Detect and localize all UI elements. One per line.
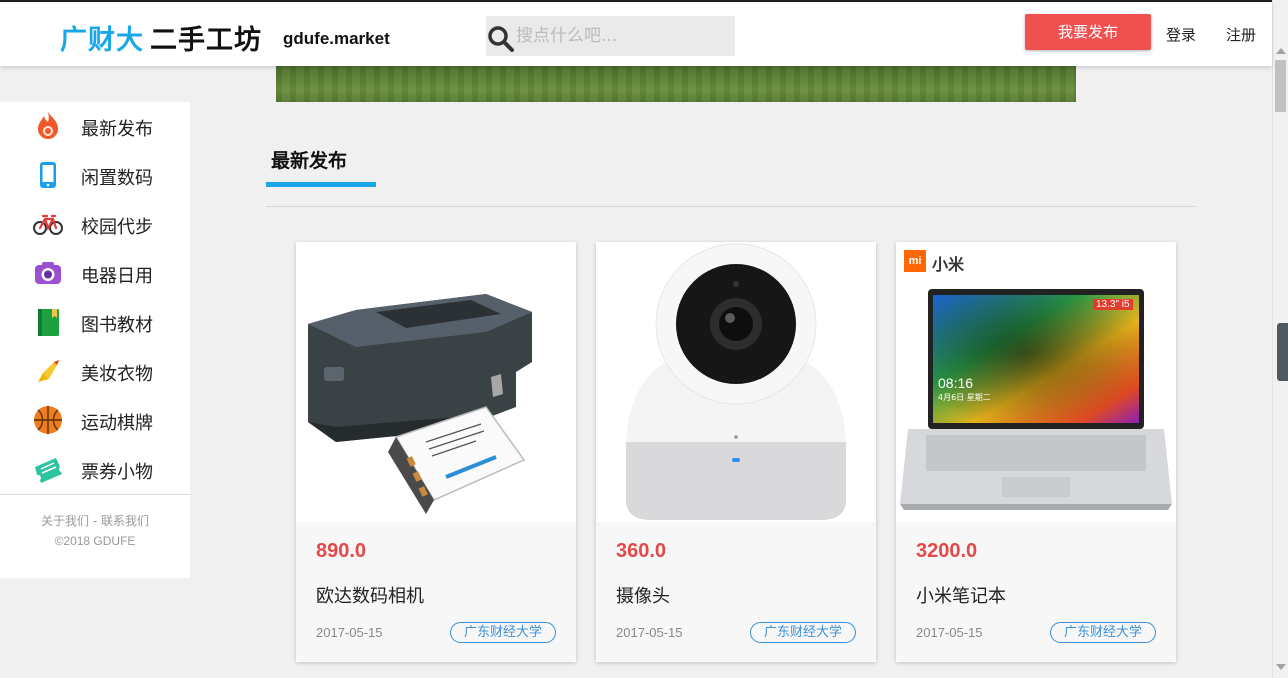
logo-part-market: 二手工坊 <box>150 25 262 56</box>
battery-charger-image[interactable] <box>296 242 576 522</box>
webcam-image[interactable] <box>596 242 876 522</box>
product-card[interactable]: 890.0 欧达数码相机 2017-05-15 广东财经大学 <box>296 242 576 662</box>
search-box <box>486 16 735 56</box>
book-icon <box>38 309 59 336</box>
school-tag[interactable]: 广东财经大学 <box>750 622 856 643</box>
sidebar-item-label: 票券小物 <box>81 462 153 483</box>
publish-button[interactable]: 我要发布 <box>1025 14 1151 50</box>
search-icon[interactable] <box>486 24 516 54</box>
sidebar-item-label: 美妆衣物 <box>81 364 153 385</box>
product-date: 2017-05-15 <box>316 625 383 640</box>
section-title-underline <box>266 182 376 187</box>
product-date: 2017-05-15 <box>916 625 983 640</box>
section-divider <box>266 206 1196 207</box>
sidebar-item-label: 校园代步 <box>81 217 153 238</box>
scroll-thumb[interactable] <box>1275 60 1286 112</box>
sidebar-item-books[interactable]: 图书教材 <box>0 298 190 347</box>
screen-date: 4月6日 星期二 <box>938 393 991 402</box>
site-logo[interactable]: 广财大 二手工坊 <box>60 18 262 57</box>
category-sidebar: 最新发布 闲置数码 校园代步 电器日用 图书教材 美妆衣物 运动棋牌 票券小物 … <box>0 102 190 578</box>
sidebar-item-appliances[interactable]: 电器日用 <box>0 249 190 298</box>
sidebar-item-label: 图书教材 <box>81 315 153 336</box>
camera-icon <box>35 262 61 284</box>
sidebar-item-label: 闲置数码 <box>81 168 153 189</box>
product-name[interactable]: 小米笔记本 <box>916 582 1006 608</box>
product-card[interactable]: mi 小米 13.3" i5 08:16 4月6日 星期二 3200.0 小米笔… <box>896 242 1176 662</box>
school-tag[interactable]: 广东财经大学 <box>1050 622 1156 643</box>
section-title: 最新发布 <box>271 150 348 172</box>
laptop-image[interactable]: mi 小米 13.3" i5 08:16 4月6日 星期二 <box>896 242 1176 522</box>
school-tag[interactable]: 广东财经大学 <box>450 622 556 643</box>
site-domain: gdufe.market <box>283 29 390 48</box>
sidebar-item-beauty[interactable]: 美妆衣物 <box>0 347 190 396</box>
copyright: ©2018 GDUFE <box>54 534 136 548</box>
search-input[interactable] <box>516 16 731 56</box>
basketball-icon <box>34 406 62 434</box>
site-header: 广财大二手工坊 gdufe.market 我要发布 登录 注册 <box>0 2 1272 66</box>
product-price: 360.0 <box>616 540 667 562</box>
logo-part-school: 广财大 <box>60 25 144 56</box>
scroll-up-arrow-icon[interactable] <box>1276 48 1286 54</box>
screen-time: 08:16 <box>938 375 974 391</box>
sidebar-item-transport[interactable]: 校园代步 <box>0 200 190 249</box>
product-date: 2017-05-15 <box>616 625 683 640</box>
sidebar-item-tickets[interactable]: 票券小物 <box>0 445 190 494</box>
about-contact-links[interactable]: 关于我们 - 联系我们 <box>0 512 190 529</box>
sidebar-item-digital[interactable]: 闲置数码 <box>0 151 190 200</box>
sidebar-item-label: 最新发布 <box>81 119 153 140</box>
login-link[interactable]: 登录 <box>1166 24 1196 45</box>
screen-badge: 13.3" i5 <box>1093 299 1133 310</box>
product-name[interactable]: 摄像头 <box>616 582 670 608</box>
register-link[interactable]: 注册 <box>1226 24 1256 45</box>
scroll-down-arrow-icon[interactable] <box>1276 664 1286 670</box>
sidebar-item-sports[interactable]: 运动棋牌 <box>0 396 190 445</box>
product-price: 3200.0 <box>916 540 978 562</box>
sidebar-item-latest[interactable]: 最新发布 <box>0 102 190 151</box>
sidebar-item-label: 电器日用 <box>81 266 153 287</box>
product-name[interactable]: 欧达数码相机 <box>316 582 424 608</box>
ticket-icon <box>35 458 62 483</box>
side-panel-handle[interactable] <box>1277 323 1288 381</box>
bicycle-icon <box>33 214 63 235</box>
phone-icon <box>40 162 56 188</box>
sidebar-divider <box>0 494 190 495</box>
fire-icon <box>38 112 58 139</box>
product-price: 890.0 <box>316 540 367 562</box>
product-card[interactable]: 360.0 摄像头 2017-05-15 广东财经大学 <box>596 242 876 662</box>
banner-image[interactable] <box>276 62 1076 102</box>
lipstick-icon <box>38 360 59 382</box>
sidebar-item-label: 运动棋牌 <box>81 413 153 434</box>
